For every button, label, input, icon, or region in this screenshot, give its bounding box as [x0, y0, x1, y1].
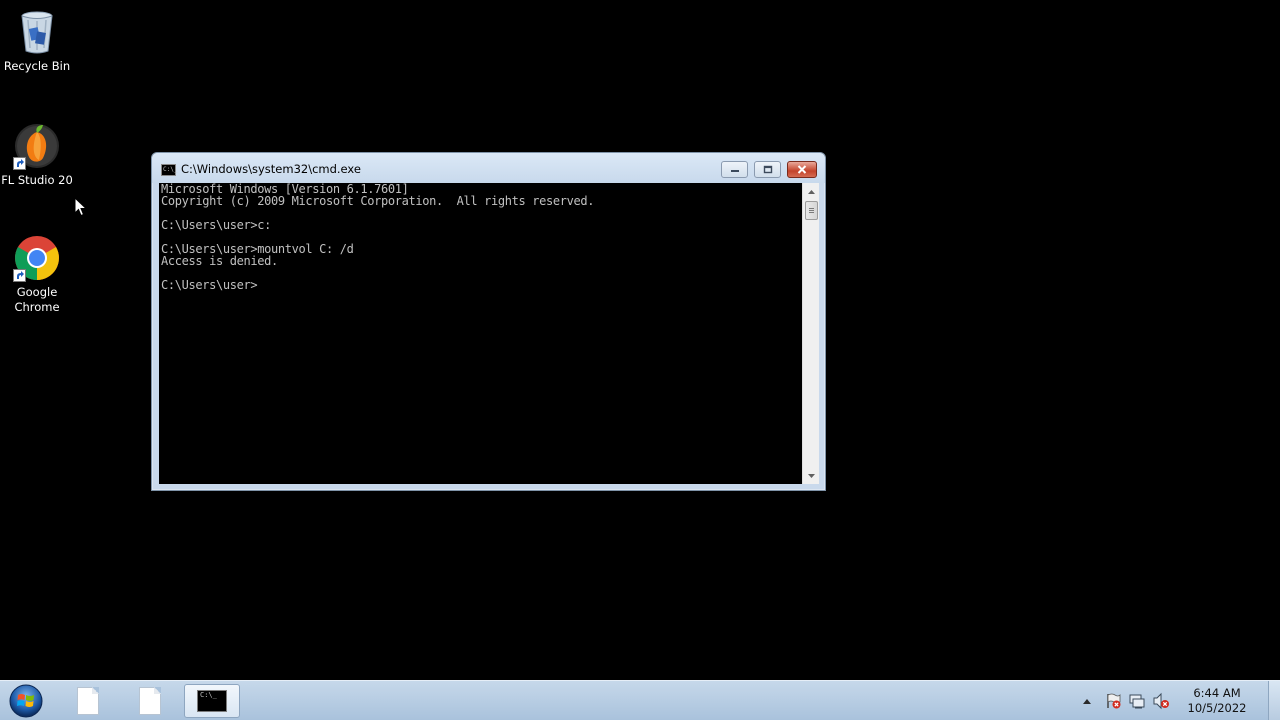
minimize-button[interactable] [721, 161, 748, 178]
console-line: C:\Users\user>c: [161, 218, 271, 232]
scroll-down-button[interactable] [803, 467, 820, 484]
scroll-up-button[interactable] [803, 183, 820, 200]
windows-start-orb-icon [9, 684, 43, 718]
mouse-cursor-icon [74, 196, 88, 217]
taskbar-button-cmd[interactable]: C:\_ [184, 684, 240, 718]
network-icon[interactable] [1128, 692, 1146, 710]
close-button[interactable] [787, 161, 817, 178]
caption-buttons [715, 161, 817, 178]
fl-studio-label: FL Studio 20 [1, 173, 73, 187]
document-icon [77, 687, 99, 715]
chevron-up-icon [1083, 698, 1091, 704]
console-output[interactable]: Microsoft Windows [Version 6.1.7601] Cop… [159, 183, 802, 484]
shortcut-arrow-icon [13, 157, 26, 170]
console-line: Access is denied. [161, 254, 278, 268]
taskbar-button-document-2[interactable] [122, 684, 178, 718]
desktop-icon-google-chrome[interactable]: Google Chrome [1, 234, 73, 315]
desktop-icon-recycle-bin[interactable]: Recycle Bin [1, 8, 73, 74]
google-chrome-label: Google Chrome [14, 285, 60, 314]
clock-time: 6:44 AM [1193, 686, 1241, 700]
document-icon [139, 687, 161, 715]
chrome-icon [13, 234, 61, 282]
close-icon [797, 165, 807, 174]
restore-icon [763, 165, 773, 174]
chevron-down-icon [808, 473, 815, 478]
chevron-up-icon [808, 189, 815, 194]
start-button[interactable] [6, 683, 46, 719]
console-prompt-line[interactable]: C:\Users\user> [161, 279, 802, 291]
minimize-icon [730, 169, 739, 172]
cmd-window-title: C:\Windows\system32\cmd.exe [181, 162, 361, 176]
show-hidden-icons-arrow[interactable] [1078, 692, 1096, 710]
taskbar: C:\_ 6:44 AM 10/5/2022 [0, 680, 1280, 720]
cmd-titlebar[interactable]: C:\_ C:\Windows\system32\cmd.exe [152, 153, 825, 183]
shortcut-arrow-icon [13, 269, 26, 282]
desktop-icon-fl-studio[interactable]: FL Studio 20 [1, 122, 73, 188]
volume-muted-icon[interactable] [1152, 692, 1170, 710]
recycle-bin-icon [13, 8, 61, 56]
recycle-bin-label: Recycle Bin [3, 59, 71, 73]
system-tray: 6:44 AM 10/5/2022 [1078, 681, 1268, 720]
scroll-thumb[interactable] [805, 201, 818, 220]
fl-studio-icon [13, 122, 61, 170]
show-desktop-button[interactable] [1268, 681, 1280, 720]
cmd-icon: C:\_ [197, 690, 227, 712]
action-center-flag-icon[interactable] [1104, 692, 1122, 710]
clock-date: 10/5/2022 [1187, 701, 1247, 715]
clock[interactable]: 6:44 AM 10/5/2022 [1182, 686, 1252, 716]
cmd-window-icon: C:\_ [161, 164, 177, 176]
cmd-window[interactable]: C:\_ C:\Windows\system32\cmd.exe Microso… [151, 152, 826, 491]
taskbar-button-document-1[interactable] [60, 684, 116, 718]
maximize-button[interactable] [754, 161, 781, 178]
console-line: Copyright (c) 2009 Microsoft Corporation… [161, 194, 595, 208]
vertical-scrollbar[interactable] [802, 183, 819, 484]
